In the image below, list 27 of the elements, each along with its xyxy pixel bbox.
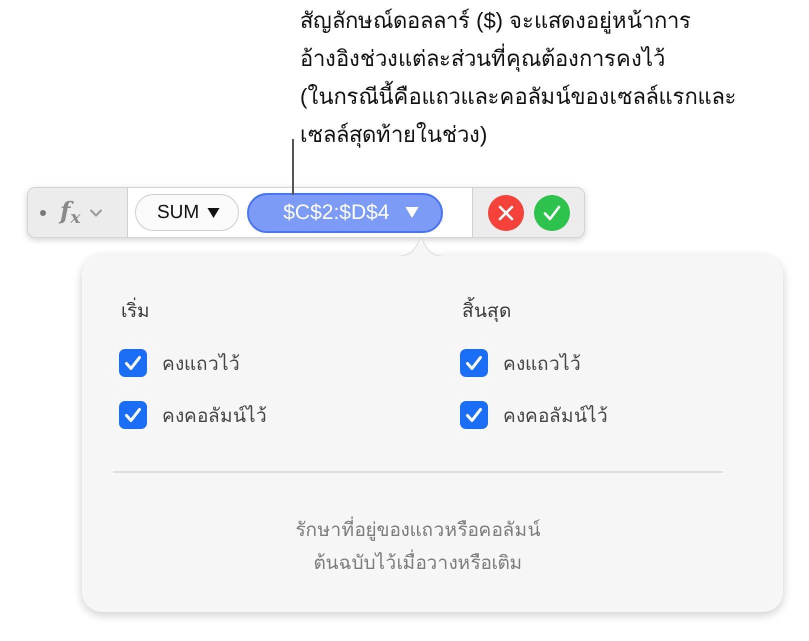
triangle-down-icon [405,207,420,218]
checkbox-label: คงแถวไว้ [503,352,581,377]
checkmark-icon [542,204,560,220]
close-icon [498,204,514,220]
column-heading: สิ้นสุด [460,299,723,325]
checkmark-icon [465,407,483,423]
accept-button[interactable] [534,194,570,230]
checkbox[interactable] [460,349,488,377]
checkbox-label: คงคอลัมน์ไว้ [162,404,267,429]
function-token[interactable]: SUM [135,194,240,231]
help-text: รักษาที่อยู่ของแถวหรือคอลัมน์ ต้นฉบับไว้เมื่อวางหรือเติม [113,514,723,580]
checkbox[interactable] [119,349,147,377]
checkbox[interactable] [460,401,488,429]
column-heading: เริ่ม [119,299,460,325]
formula-field[interactable]: SUM $C$2:$D$4 [128,188,473,237]
checkbox-label: คงแถวไว้ [162,352,240,377]
checkmark-icon [124,407,142,423]
dot-icon [40,210,46,216]
checkmark-icon [124,355,142,371]
triangle-down-icon [207,208,220,218]
checkbox[interactable] [119,401,147,429]
callout-text: สัญลักษณ์ดอลลาร์ ($) จะแสดงอยู่หน้าการ อ้างอิงช่วงแต่ละส่วนที่คุณต้องการคงไว้ (ในกรณีนี้คือแถวและคอลัมน์ของเซลล์แรกและ เซลล์สุดท้ายในช่วง) [300,7,736,150]
checkmark-icon [465,355,483,371]
checkbox-label: คงคอลัมน์ไว้ [503,404,608,429]
chevron-down-icon [90,208,102,216]
cancel-button[interactable] [488,194,524,230]
leader-line [292,139,294,195]
